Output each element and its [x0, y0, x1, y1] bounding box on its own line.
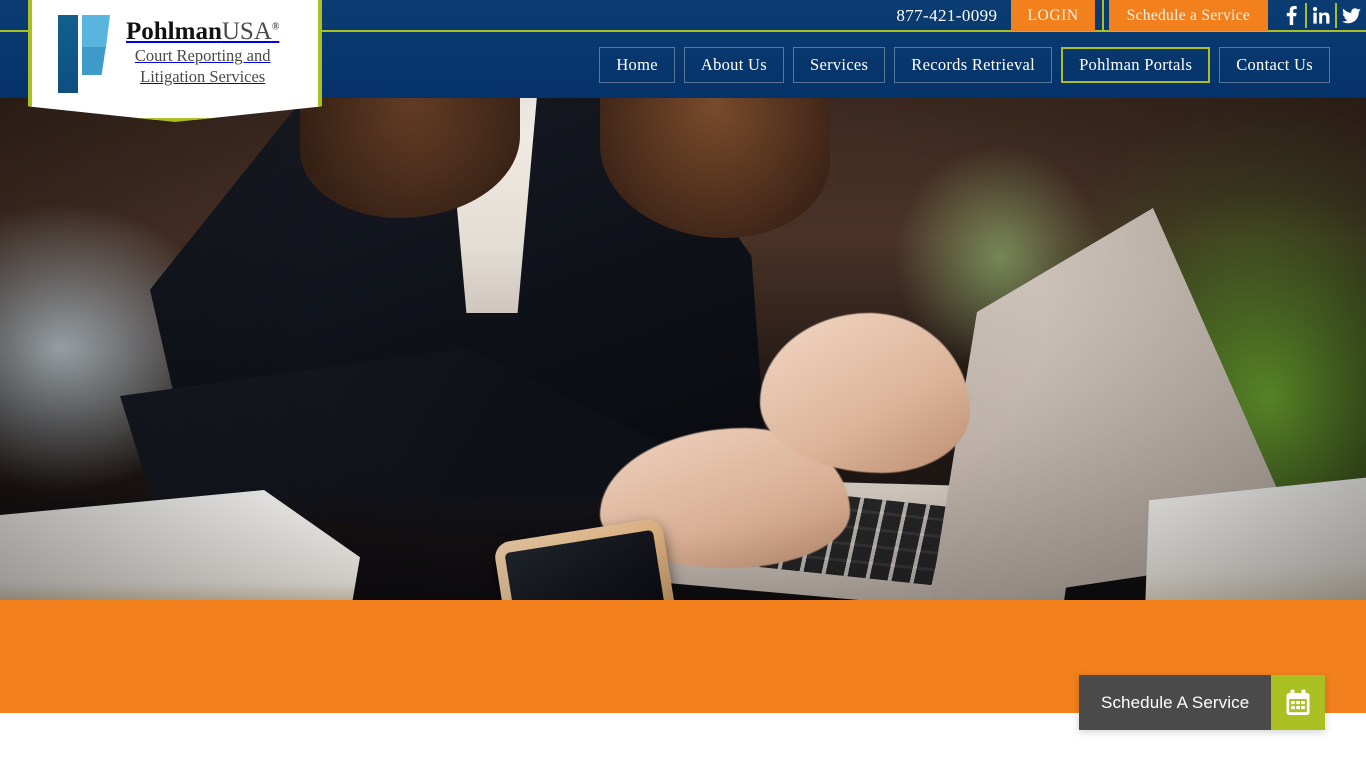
logo-brand-name: PohlmanUSA® — [126, 17, 280, 45]
nav-item-services[interactable]: Services — [792, 46, 886, 83]
logo-flag-upper-shape — [82, 15, 110, 49]
site-header: 877-421-0099 LOGIN Schedule a Service Ho… — [0, 0, 1366, 122]
login-button[interactable]: LOGIN — [1011, 0, 1095, 31]
linkedin-link[interactable] — [1305, 0, 1336, 31]
logo-tagline-line-2: Litigation Services — [140, 67, 266, 87]
pohlman-logo-mark-icon — [58, 13, 114, 93]
logo-brand-suffix: USA — [221, 17, 272, 45]
logo-bar-shape — [58, 15, 78, 93]
page-root: 877-421-0099 LOGIN Schedule a Service Ho… — [0, 0, 1366, 768]
nav-item-records-retrieval[interactable]: Records Retrieval — [894, 46, 1053, 83]
social-links — [1276, 0, 1366, 31]
phone-number[interactable]: 877-421-0099 — [896, 0, 1011, 31]
logo-registered-mark: ® — [271, 21, 280, 33]
logo-wordmark: PohlmanUSA® Court Reporting and Litigati… — [126, 17, 280, 87]
linkedin-icon — [1312, 7, 1330, 24]
site-logo[interactable]: PohlmanUSA® Court Reporting and Litigati… — [28, 0, 322, 122]
nav-item-home[interactable]: Home — [599, 46, 675, 83]
schedule-a-service-cta-label[interactable]: Schedule A Service — [1079, 675, 1272, 730]
nav-item-contact-us[interactable]: Contact Us — [1219, 46, 1330, 83]
topbar-divider — [1095, 0, 1109, 31]
calendar-icon[interactable] — [1271, 675, 1326, 730]
twitter-link[interactable] — [1335, 0, 1366, 31]
schedule-a-service-button[interactable]: Schedule a Service — [1108, 0, 1268, 31]
twitter-icon — [1341, 7, 1361, 24]
facebook-icon — [1286, 6, 1297, 25]
hero-banner — [0, 98, 1366, 600]
logo-brand-primary: Pohlman — [126, 17, 222, 45]
schedule-a-service-cta[interactable]: Schedule A Service — [1079, 675, 1326, 730]
facebook-link[interactable] — [1276, 0, 1306, 31]
nav-item-about-us[interactable]: About Us — [683, 46, 784, 83]
logo-flag-lower-shape — [82, 47, 106, 75]
nav-item-pohlman-portals[interactable]: Pohlman Portals — [1061, 46, 1211, 83]
logo-tagline-line-1: Court Reporting and — [134, 46, 271, 66]
